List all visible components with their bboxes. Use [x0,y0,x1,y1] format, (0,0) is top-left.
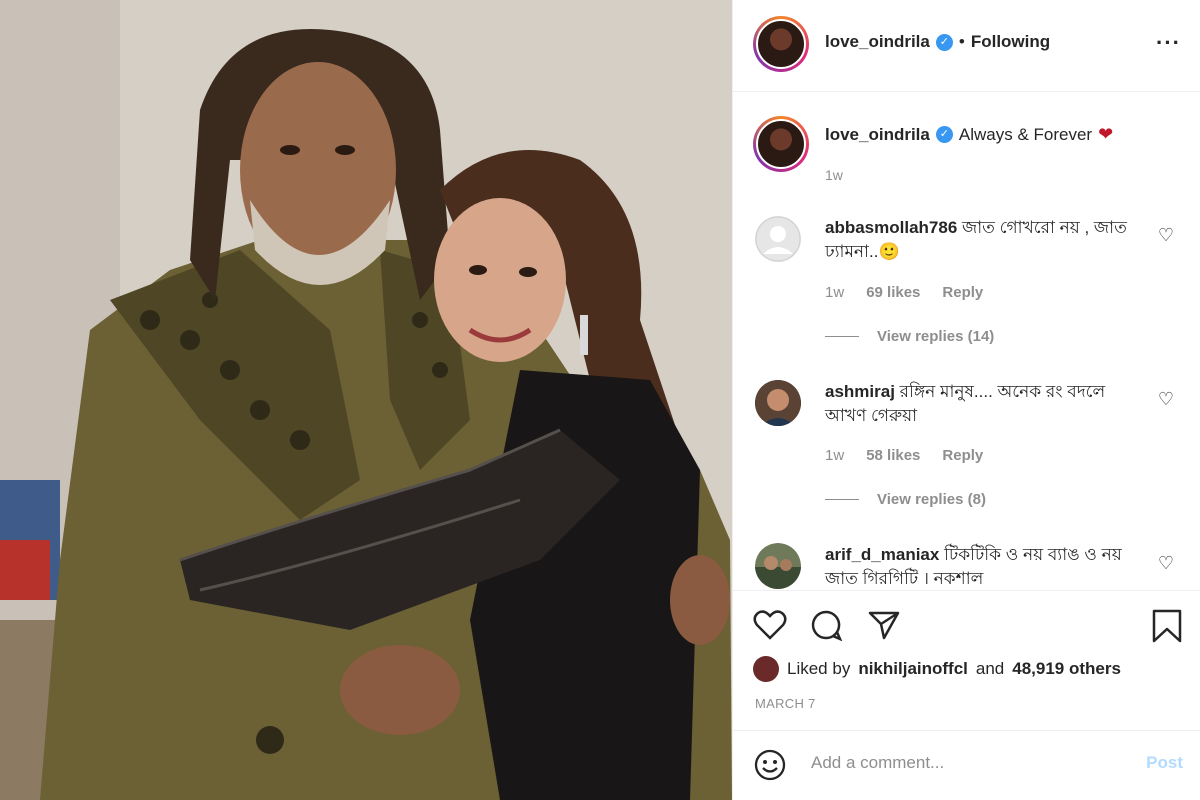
add-comment-input[interactable]: Add a comment... [811,753,944,773]
post-photo-illustration [0,0,732,800]
comment-meta: 1w 58 likes Reply [825,447,983,464]
comment-age: 1w [825,447,845,464]
following-button[interactable]: Following [971,32,1050,52]
post-photo[interactable] [0,0,732,800]
more-options-icon[interactable]: ··· [1156,30,1181,56]
comment-like-icon[interactable]: ♡ [1158,225,1174,246]
instagram-post-view: love_oindrila ✓ • Following ··· love_oin… [0,0,1200,800]
commenter-avatar[interactable] [755,380,801,426]
comment-item: abbasmollah786 জাত গোখরো নয় , জাত ঢ্যাম… [825,216,1145,264]
comment-reply-button[interactable]: Reply [942,284,983,301]
comment-meta: 1w 69 likes Reply [825,284,983,301]
liked-by-prefix: Liked by [787,659,851,678]
view-replies-label: View replies (14) [877,328,995,345]
comment-item: arif_d_maniax টিকটিকি ও নয় ব্যাঙ ও নয় … [825,543,1145,591]
comment-username[interactable]: arif_d_maniax [825,545,939,564]
divider-line [825,336,859,337]
header-row: love_oindrila ✓ • Following [825,32,1050,52]
caption-text: Always & Forever [958,124,1093,144]
separator-dot: • [958,32,965,51]
share-icon[interactable] [867,609,901,641]
comment-like-icon[interactable]: ♡ [1158,553,1174,574]
red-heart-emoji: ❤ [1098,124,1114,144]
comment-like-icon[interactable]: ♡ [1158,389,1174,410]
liked-by-others[interactable]: 48,919 others [1012,659,1121,679]
comment-reply-button[interactable]: Reply [942,447,983,464]
comment-age: 1w [825,284,845,301]
post-comment-button[interactable]: Post [1146,753,1183,773]
author-avatar[interactable] [753,16,809,72]
default-avatar-icon [755,216,801,262]
liked-by-user[interactable]: nikhiljainoffcl [858,659,968,679]
heart-outline-icon[interactable] [753,609,787,641]
comment-likes[interactable]: 69 likes [866,284,920,301]
post-date: MARCH 7 [755,696,816,711]
liker-avatar[interactable] [753,656,779,682]
comment-item: ashmiraj রঙ্গিন মানুষ.... অনেক রং বদলে আ… [825,380,1145,428]
author-username[interactable]: love_oindrila [825,32,930,52]
comment-likes[interactable]: 58 likes [866,447,920,464]
post-sidebar: love_oindrila ✓ • Following ··· love_oin… [732,0,1200,800]
view-replies-label: View replies (8) [877,491,986,508]
commenter-avatar[interactable] [755,216,801,262]
liked-by-and: and [975,659,1005,678]
profile-photo-icon [755,380,801,426]
divider-line [825,499,859,500]
profile-photo-icon [755,543,801,589]
post-header: love_oindrila ✓ • Following ··· [733,0,1200,92]
smiley-icon[interactable] [753,748,787,782]
verified-badge-icon: ✓ [935,126,953,143]
comment-username[interactable]: ashmiraj [825,382,895,401]
caption-username[interactable]: love_oindrila [825,125,930,145]
add-comment-bar: Add a comment... Post [733,730,1200,800]
comment-icon[interactable] [809,609,843,641]
liked-by: Liked by nikhiljainoffcl and 48,919 othe… [753,656,1121,682]
caption-age: 1w [825,167,843,183]
view-replies-button[interactable]: View replies (8) [825,491,986,508]
view-replies-button[interactable]: View replies (14) [825,328,994,345]
comment-username[interactable]: abbasmollah786 [825,218,957,237]
commenter-avatar[interactable] [755,543,801,589]
bookmark-icon[interactable] [1151,609,1183,643]
caption: love_oindrila ✓ Always & Forever ❤ [825,124,1113,145]
caption-avatar[interactable] [753,116,809,172]
verified-badge-icon: ✓ [935,33,953,51]
